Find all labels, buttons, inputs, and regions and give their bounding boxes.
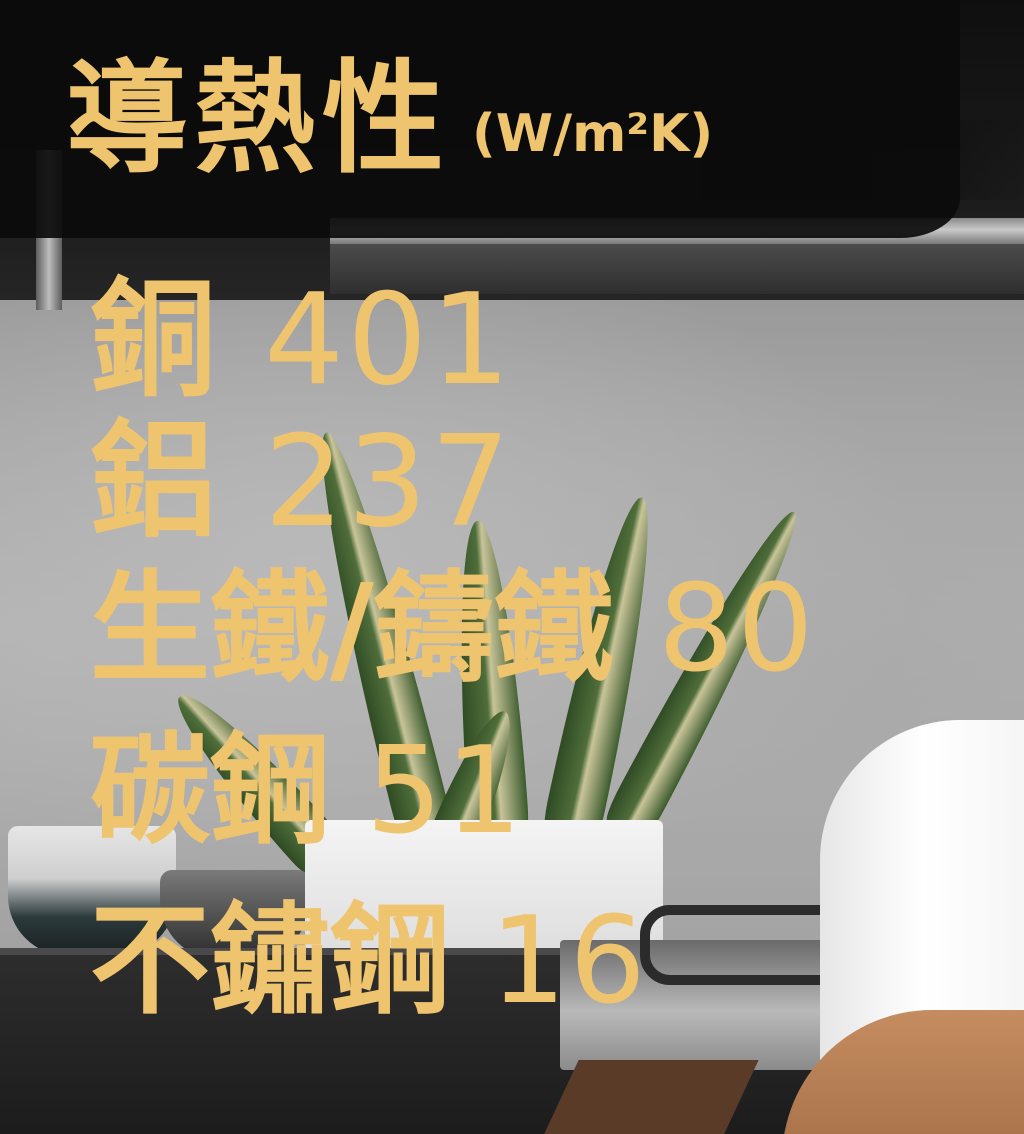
heading-unit: (W/m²K) xyxy=(472,104,714,164)
list-item: 鋁 237 xyxy=(90,404,817,560)
list-item: 碳鋼 51 xyxy=(90,714,817,870)
conductivity-value: 80 xyxy=(657,560,817,699)
material-conductivity-list: 銅 401 鋁 237 生鐵/鑄鐵 80 碳鋼 51 不鏽鋼 16 xyxy=(90,262,817,1040)
material-name: 銅 xyxy=(90,266,216,413)
black-brush-stroke-tail xyxy=(700,120,1024,200)
material-name: 生鐵/鑄鐵 xyxy=(90,560,614,699)
conductivity-value: 237 xyxy=(264,408,514,555)
cutting-board xyxy=(541,1060,759,1134)
material-name: 碳鋼 xyxy=(90,722,330,861)
material-name: 不鏽鋼 xyxy=(90,892,450,1031)
list-item: 銅 401 xyxy=(90,262,817,418)
list-item: 不鏽鋼 16 xyxy=(90,884,817,1040)
conductivity-value: 401 xyxy=(264,266,514,413)
heading-title: 導熱性 xyxy=(66,48,450,190)
conductivity-value: 16 xyxy=(490,892,649,1031)
material-name: 鋁 xyxy=(90,408,216,555)
conductivity-value: 51 xyxy=(366,722,525,861)
thermal-conductivity-heading: 導熱性 (W/m²K) xyxy=(66,20,713,197)
list-item: 生鐵/鑄鐵 80 xyxy=(90,552,817,708)
